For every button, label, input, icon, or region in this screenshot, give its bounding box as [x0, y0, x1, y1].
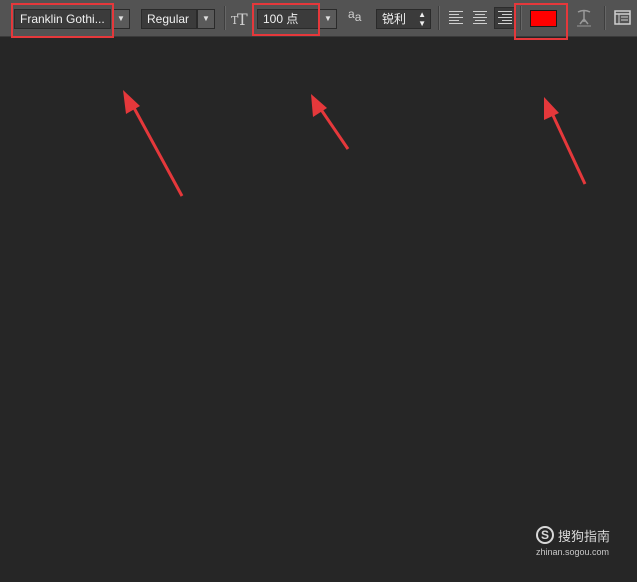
sogou-logo-icon: S: [536, 526, 554, 544]
arrow-icon: [544, 97, 587, 185]
watermark-title: 搜狗指南: [558, 530, 611, 545]
annotation-layer: [123, 90, 587, 197]
arrow-icon: [123, 90, 184, 197]
arrow-icon: [311, 94, 350, 150]
watermark-url: zhinan.sogou.com: [536, 547, 610, 557]
